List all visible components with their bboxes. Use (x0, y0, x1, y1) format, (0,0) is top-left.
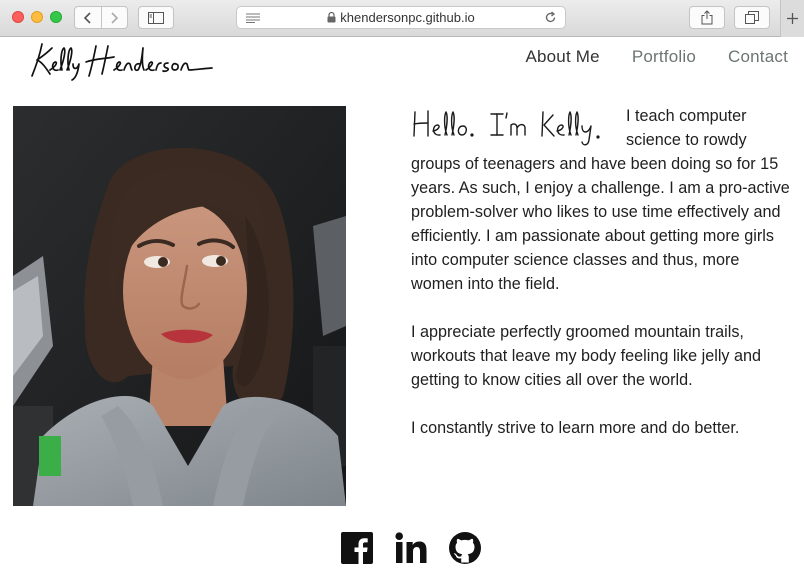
back-button[interactable] (75, 7, 101, 28)
tabs-overview-button[interactable] (734, 6, 770, 29)
sidebar-button[interactable] (138, 6, 174, 29)
browser-toolbar: khendersonpc.github.io (0, 0, 804, 37)
sidebar-icon (148, 11, 164, 24)
bio-section: I teach computer science to rowdy groups… (411, 104, 791, 464)
history-nav (74, 6, 128, 29)
nav-link-about[interactable]: About Me (525, 47, 599, 67)
github-link[interactable] (448, 531, 482, 565)
signature-logo[interactable] (30, 40, 215, 87)
zoom-window-button[interactable] (50, 11, 62, 23)
minimize-window-button[interactable] (31, 11, 43, 23)
lock-icon (327, 12, 336, 23)
profile-photo-image (13, 106, 346, 506)
new-tab-icon (787, 13, 798, 24)
site-nav: About Me Portfolio Contact (525, 47, 788, 67)
reload-icon[interactable] (544, 11, 557, 24)
url-text: khendersonpc.github.io (340, 10, 475, 25)
nav-link-contact[interactable]: Contact (728, 47, 788, 67)
github-icon (449, 532, 481, 564)
profile-photo (13, 106, 346, 506)
site-header: About Me Portfolio Contact (0, 38, 804, 84)
bio-closing: I constantly strive to learn more and do… (411, 419, 740, 437)
linkedin-link[interactable] (394, 531, 428, 565)
new-tab-button[interactable] (780, 0, 804, 37)
linkedin-icon (395, 532, 427, 563)
bio-interests: I appreciate perfectly groomed mountain … (411, 323, 762, 389)
share-button[interactable] (689, 6, 725, 29)
forward-icon (111, 11, 119, 24)
forward-button[interactable] (100, 7, 128, 28)
nav-link-portfolio[interactable]: Portfolio (632, 47, 696, 67)
facebook-link[interactable] (340, 531, 374, 565)
share-icon (701, 10, 713, 25)
url-display: khendersonpc.github.io (237, 7, 565, 28)
social-links (340, 531, 482, 565)
tabs-icon (745, 11, 759, 24)
signature-logo-image (31, 43, 213, 81)
facebook-icon (341, 532, 373, 564)
close-window-button[interactable] (12, 11, 24, 23)
greeting-handwritten (413, 110, 600, 146)
back-icon (83, 11, 91, 24)
address-bar[interactable]: khendersonpc.github.io (236, 6, 566, 29)
